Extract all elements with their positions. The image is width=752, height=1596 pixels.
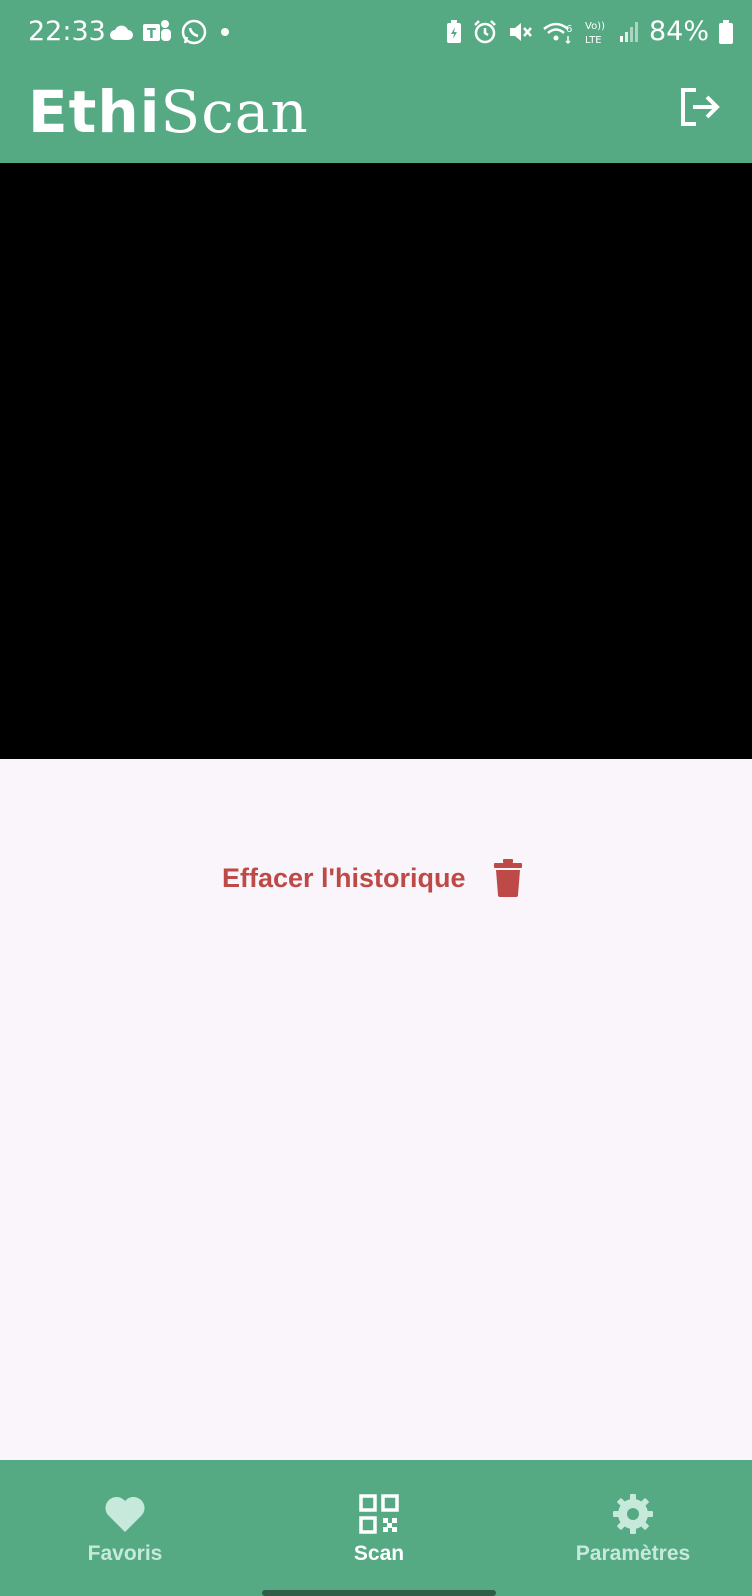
home-indicator[interactable] [262, 1590, 496, 1596]
camera-preview[interactable] [0, 163, 752, 759]
logout-button[interactable] [676, 84, 722, 130]
mute-icon [509, 23, 532, 41]
battery-percent: 84% [648, 16, 709, 47]
status-notification-icons: T [108, 14, 234, 50]
dot-icon [221, 28, 229, 36]
signal-icon [619, 22, 638, 42]
wifi-6-icon: 6 [543, 22, 572, 45]
app-bar: EthiScan [0, 64, 752, 163]
app-title: EthiScan [28, 74, 309, 150]
bottom-navigation: Favoris Scan Paramètres [0, 1460, 752, 1596]
nav-label-scan: Scan [353, 1542, 405, 1565]
nav-item-scan[interactable]: Scan [254, 1460, 504, 1596]
teams-icon: T [143, 20, 171, 42]
app-title-light: Scan [160, 78, 309, 146]
gear-icon [613, 1494, 653, 1534]
logout-icon [681, 88, 720, 126]
clear-history-label: Effacer l'historique [222, 862, 466, 893]
status-bar: 22:33 T 6 Vo)) LTE 84% [0, 0, 752, 64]
clear-history-button[interactable]: Effacer l'historique [222, 858, 523, 898]
status-time: 22:33 [28, 16, 106, 47]
alarm-icon [474, 20, 496, 44]
battery-saver-icon [446, 20, 461, 43]
status-system-icons: 6 Vo)) LTE 84% [445, 14, 734, 50]
nav-label-favoris: Favoris [87, 1542, 163, 1565]
nav-item-favoris[interactable]: Favoris [0, 1460, 250, 1596]
volte-lte-icon: Vo)) LTE [585, 21, 605, 46]
battery-icon [719, 20, 733, 44]
cloud-icon [110, 25, 133, 40]
svg-text:T: T [147, 27, 156, 42]
nav-item-parametres[interactable]: Paramètres [508, 1460, 752, 1596]
trash-icon [494, 859, 523, 897]
qr-code-icon [359, 1494, 399, 1534]
svg-text:6: 6 [566, 24, 572, 35]
app-title-bold: Ethi [28, 78, 161, 146]
svg-text:LTE: LTE [585, 35, 602, 46]
nav-label-parametres: Paramètres [575, 1542, 691, 1565]
whatsapp-icon [181, 19, 207, 45]
heart-icon [105, 1496, 145, 1532]
svg-text:Vo)): Vo)) [585, 21, 605, 32]
